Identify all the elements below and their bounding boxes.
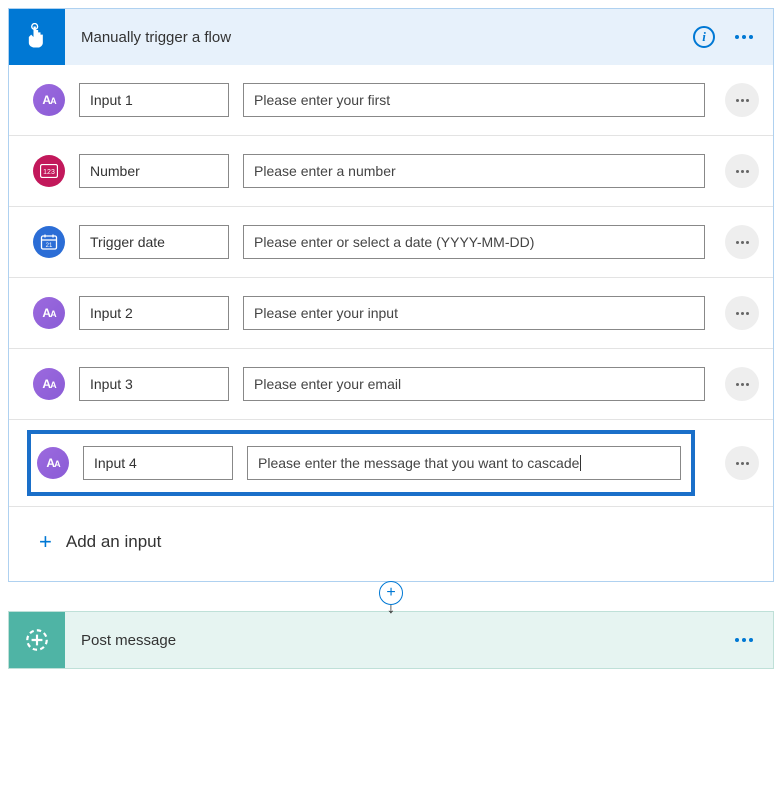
input-name-field[interactable]: Input 4 [83,446,233,480]
trigger-menu-button[interactable] [727,27,761,47]
input-name-field[interactable]: Input 2 [79,296,229,330]
text-type-icon: AA [33,297,65,329]
input-name-field[interactable]: Number [79,154,229,188]
highlighted-input-wrapper: AA Input 4 Please enter the message that y… [27,430,695,496]
input-row-menu-button[interactable] [725,446,759,480]
input-description-field[interactable]: Please enter your input [243,296,705,330]
action-menu-button[interactable] [727,630,761,650]
input-description-field[interactable]: Please enter your email [243,367,705,401]
input-name-field[interactable]: Input 3 [79,367,229,401]
input-row-menu-button[interactable] [725,367,759,401]
text-type-icon: AA [37,447,69,479]
input-row: AA Input 2 Please enter your input [9,278,773,349]
info-icon[interactable]: i [693,26,715,48]
input-name-field[interactable]: Input 1 [79,83,229,117]
action-title: Post message [65,632,727,649]
text-type-icon: AA [33,84,65,116]
manual-trigger-icon [9,9,65,65]
input-description-field[interactable]: Please enter a number [243,154,705,188]
inputs-list: AA Input 1 Please enter your first 123 Numbe… [9,65,773,507]
date-type-icon: 21 [33,226,65,258]
input-row: AA Input 3 Please enter your email [9,349,773,420]
text-type-icon: AA [33,368,65,400]
plus-icon: + [39,529,52,555]
trigger-title: Manually trigger a flow [65,29,693,46]
input-row: 123 Number Please enter a number [9,136,773,207]
svg-text:123: 123 [43,169,55,176]
trigger-card: Manually trigger a flow i AA Input 1 Pleas… [8,8,774,582]
input-row: 21 Trigger date Please enter or select a d… [9,207,773,278]
input-row-menu-button[interactable] [725,154,759,188]
input-description-field[interactable]: Please enter your first [243,83,705,117]
add-step-button[interactable]: + [379,581,403,605]
flow-connector: + ↓ [0,581,782,611]
action-header[interactable]: Post message [9,612,773,668]
teams-icon [9,612,65,668]
input-row-menu-button[interactable] [725,225,759,259]
add-input-button[interactable]: + Add an input [9,507,773,581]
input-row-menu-button[interactable] [725,296,759,330]
number-type-icon: 123 [33,155,65,187]
trigger-header[interactable]: Manually trigger a flow i [9,9,773,65]
svg-text:21: 21 [46,243,53,249]
input-row: AA Input 4 Please enter the message that y… [9,420,773,507]
add-input-label: Add an input [66,532,161,552]
input-description-field[interactable]: Please enter the message that you want t… [247,446,681,480]
action-card: Post message [8,611,774,669]
input-description-field[interactable]: Please enter or select a date (YYYY-MM-D… [243,225,705,259]
input-name-field[interactable]: Trigger date [79,225,229,259]
input-row: AA Input 1 Please enter your first [9,65,773,136]
input-row-menu-button[interactable] [725,83,759,117]
